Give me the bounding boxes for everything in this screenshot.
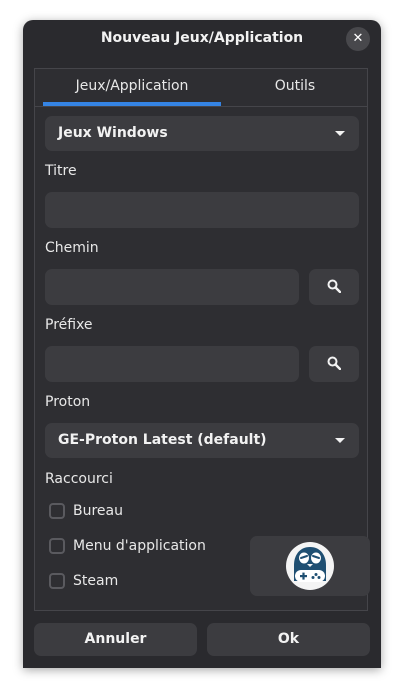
dialog-window: Nouveau Jeux/Application ✕ Jeux/Applicat…: [23, 20, 381, 668]
app-icon-button[interactable]: [250, 536, 370, 596]
close-button[interactable]: ✕: [346, 27, 370, 51]
titlebar: Nouveau Jeux/Application ✕: [23, 20, 381, 58]
chevron-down-icon: [335, 438, 345, 443]
cancel-button[interactable]: Annuler: [34, 623, 197, 656]
tab-bar: Jeux/Application Outils: [35, 69, 367, 107]
ok-button[interactable]: Ok: [207, 623, 370, 656]
titre-label: Titre: [45, 163, 77, 179]
prefixe-browse-button[interactable]: [309, 346, 359, 382]
tab-outils[interactable]: Outils: [222, 78, 368, 94]
chemin-input[interactable]: [45, 269, 299, 305]
raccourci-label: Raccourci: [45, 471, 113, 487]
steam-label[interactable]: Steam: [73, 573, 118, 589]
chevron-down-icon: [335, 131, 345, 136]
search-icon: [327, 356, 341, 370]
tab-jeux-application[interactable]: Jeux/Application: [43, 78, 221, 94]
menu-application-label[interactable]: Menu d'application: [73, 538, 206, 554]
chemin-browse-button[interactable]: [309, 269, 359, 305]
runner-type-selected: Jeux Windows: [58, 125, 168, 141]
close-icon: ✕: [352, 31, 364, 46]
dialog-title: Nouveau Jeux/Application: [100, 30, 304, 46]
prefixe-label: Préfixe: [45, 317, 93, 333]
runner-type-dropdown[interactable]: Jeux Windows: [45, 116, 359, 151]
faugus-gamepad-penguin-icon: [286, 542, 334, 590]
content-panel: Jeux/Application Outils Jeux Windows Tit…: [34, 68, 370, 611]
steam-checkbox[interactable]: [49, 573, 65, 589]
bureau-label[interactable]: Bureau: [73, 503, 123, 519]
proton-selected: GE-Proton Latest (default): [58, 432, 267, 448]
titre-input[interactable]: [45, 192, 359, 228]
active-tab-indicator: [43, 102, 221, 106]
search-icon: [327, 279, 341, 293]
proton-dropdown[interactable]: GE-Proton Latest (default): [45, 423, 359, 458]
proton-label: Proton: [45, 394, 91, 410]
prefixe-input[interactable]: [45, 346, 299, 382]
chemin-label: Chemin: [45, 240, 99, 256]
bureau-checkbox[interactable]: [49, 503, 65, 519]
menu-application-checkbox[interactable]: [49, 538, 65, 554]
